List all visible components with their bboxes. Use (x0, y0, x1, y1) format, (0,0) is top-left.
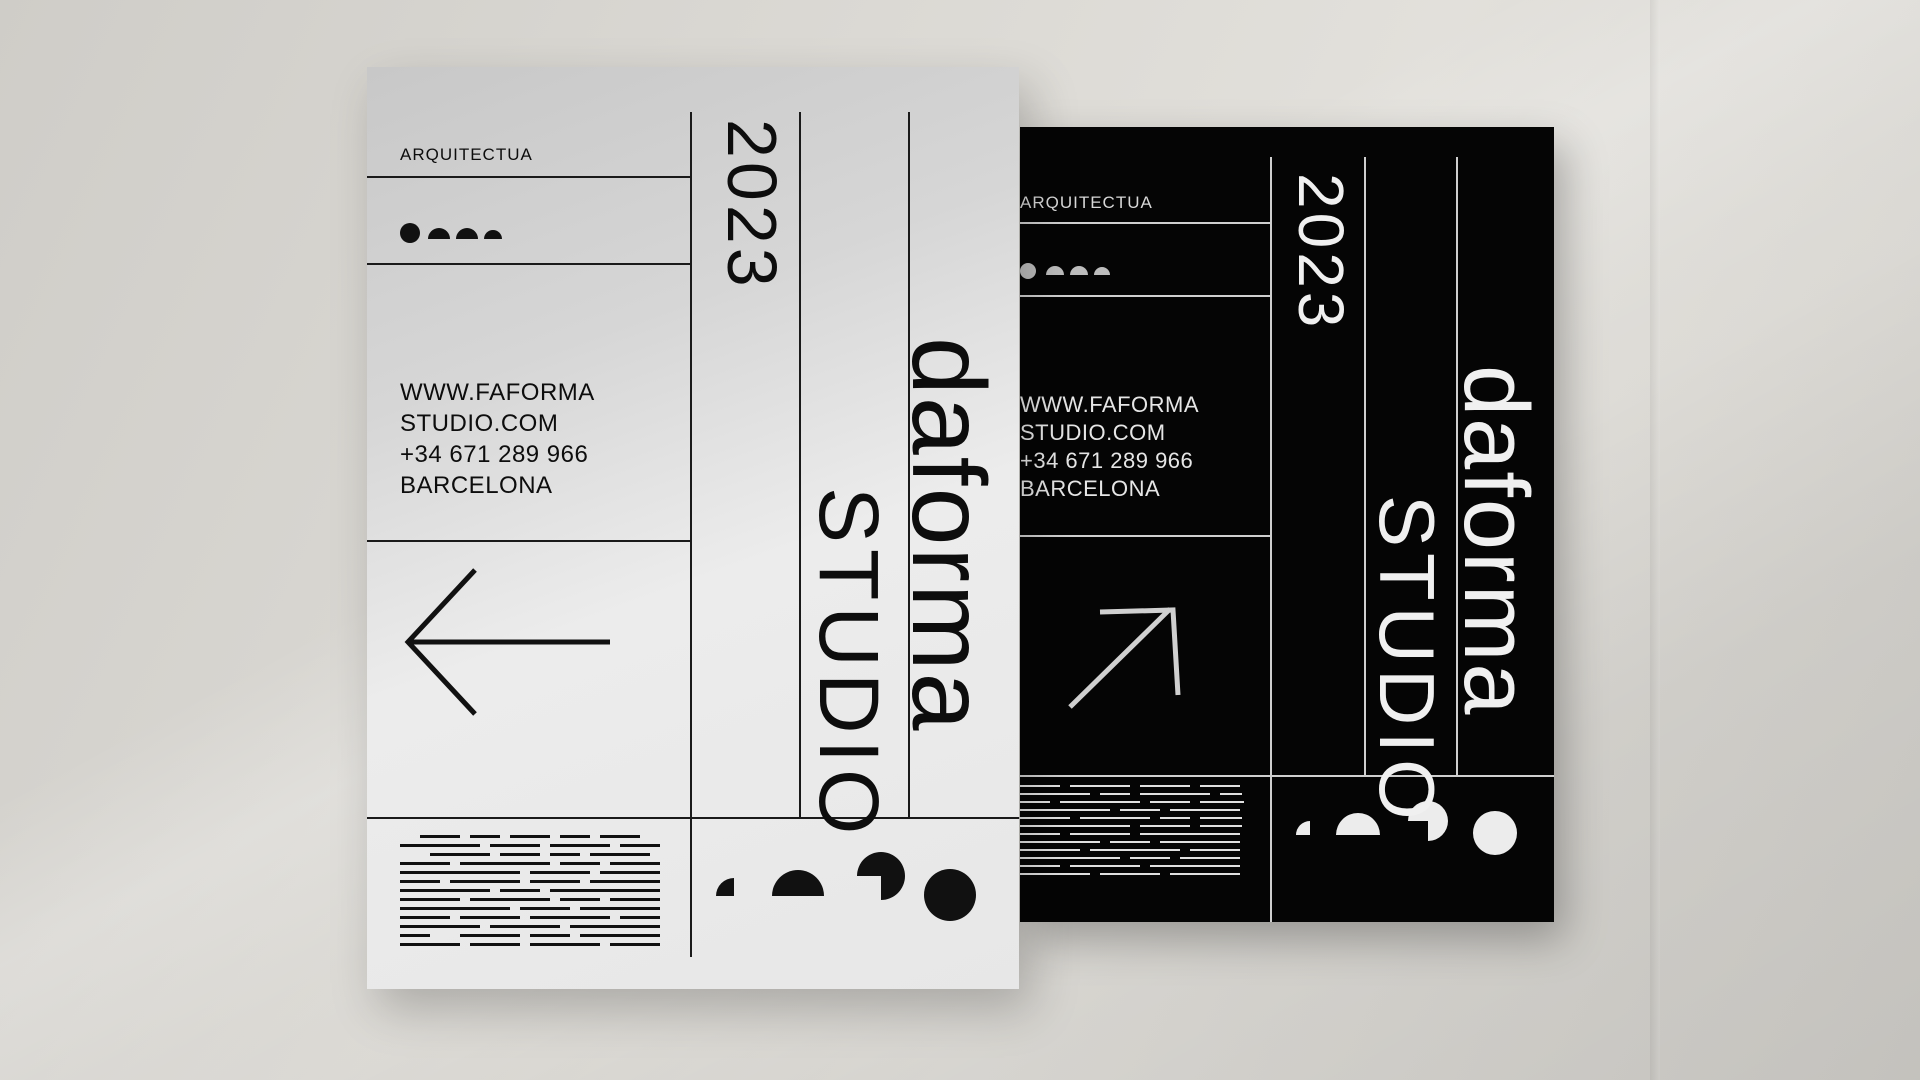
shape-glyphs (1020, 263, 1110, 279)
grid-line (1020, 535, 1270, 537)
contact-city: BARCELONA (400, 472, 553, 499)
grid-line (1020, 295, 1270, 297)
category-label: ARQUITECTUA (400, 145, 533, 164)
studio-text: STUDIO (1363, 495, 1451, 826)
bar-pattern-graphic (1020, 785, 1244, 875)
contact-block: WWW.FAFORMA STUDIO.COM +34 671 289 966 B… (400, 377, 595, 501)
contact-phone: +34 671 289 966 (1020, 448, 1194, 473)
studio-text: STUDIO (802, 487, 896, 841)
shape-glyphs (400, 223, 502, 243)
contact-website: WWW.FAFORMA (400, 379, 595, 406)
year-text: 2023 (713, 119, 791, 291)
left-arrow-icon (404, 568, 610, 716)
contact-domain: STUDIO.COM (400, 410, 559, 437)
contact-block: WWW.FAFORMA STUDIO.COM +34 671 289 966 B… (1020, 391, 1199, 503)
light-poster: ARQUITECTUA WWW.FAFORMA STUDIO.COM +34 6… (367, 67, 1019, 989)
up-right-arrow-icon (1068, 607, 1181, 709)
grid-line (367, 176, 690, 178)
contact-city: BARCELONA (1020, 476, 1161, 501)
grid-line (1270, 157, 1272, 922)
brand-text: daforma (1445, 365, 1547, 717)
dark-poster: ARQUITECTUA WWW.FAFORMA STUDIO.COM +34 6… (1020, 127, 1554, 922)
bar-pattern-graphic (400, 835, 660, 946)
grid-line (1020, 775, 1554, 777)
grid-line (367, 817, 1019, 819)
grid-line (367, 263, 690, 265)
year-text: 2023 (1285, 173, 1357, 332)
grid-line (1020, 222, 1270, 224)
contact-phone: +34 671 289 966 (400, 441, 589, 468)
contact-domain: STUDIO.COM (1020, 420, 1166, 445)
shape-glyphs-large (716, 852, 976, 921)
category-label: ARQUITECTUA (1020, 193, 1153, 212)
grid-line (690, 112, 692, 957)
grid-line (367, 540, 690, 542)
brand-text: daforma (890, 337, 1006, 733)
contact-website: WWW.FAFORMA (1020, 392, 1200, 417)
wall-corner-edge (1650, 0, 1660, 1080)
